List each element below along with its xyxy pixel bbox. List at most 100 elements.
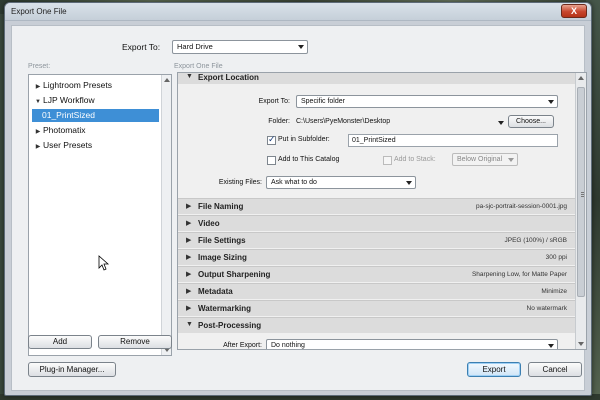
section-summary: Sharpening Low, for Matte Paper xyxy=(471,271,567,278)
expand-arrow-icon: ▶ xyxy=(35,84,41,90)
add-to-catalog-label: Add to This Catalog xyxy=(278,156,340,163)
add-to-stack-checkbox[interactable] xyxy=(383,156,392,165)
export-to-label: Export To: xyxy=(122,42,161,52)
existing-files-select[interactable]: Ask what to do xyxy=(266,176,416,189)
export-dialog: Export One File X Export To: Hard Drive … xyxy=(4,2,592,396)
expand-arrow-icon: ▶ xyxy=(35,144,41,150)
subfolder-input[interactable]: 01_PrintSized xyxy=(348,134,558,147)
expand-arrow-icon: ▶ xyxy=(186,305,192,312)
grip-line xyxy=(581,192,584,193)
section-summary: JPEG (100%) / sRGB xyxy=(504,237,568,244)
chevron-down-icon xyxy=(548,100,554,104)
section-title: Export Location xyxy=(198,73,259,82)
section-file-naming[interactable]: ▶ File Naming pa-sjc-portrait-session-00… xyxy=(178,198,575,214)
section-watermarking[interactable]: ▶ Watermarking No watermark xyxy=(178,300,575,316)
dialog-body: Export To: Hard Drive Preset: Export One… xyxy=(11,25,587,391)
after-export-value: Do nothing xyxy=(271,342,305,349)
folder-dropdown-icon[interactable] xyxy=(498,121,504,125)
preset-group-label: User Presets xyxy=(43,140,93,150)
export-settings-panel: ▼ Export Location Export To: Specific fo… xyxy=(177,72,587,350)
main-panel-label: Export One File xyxy=(174,63,223,70)
section-title: Video xyxy=(198,219,220,228)
section-video[interactable]: ▶ Video xyxy=(178,215,575,231)
mouse-cursor-icon xyxy=(98,255,110,271)
section-title: File Naming xyxy=(198,202,244,211)
section-title: Post-Processing xyxy=(198,321,262,330)
preset-group-label: Photomatix xyxy=(43,125,86,135)
preset-item-01-printsized[interactable]: 01_PrintSized xyxy=(32,109,159,122)
expand-arrow-icon: ▶ xyxy=(186,220,192,227)
preset-group-label: LJP Workflow xyxy=(43,95,95,105)
close-button[interactable]: X xyxy=(561,4,587,18)
section-file-settings[interactable]: ▶ File Settings JPEG (100%) / sRGB xyxy=(178,232,575,248)
preset-group-lightroom[interactable]: ▶ Lightroom Presets xyxy=(33,79,112,92)
section-summary: No watermark xyxy=(526,305,567,312)
stack-position-select[interactable]: Below Original xyxy=(452,153,518,166)
add-to-stack-label: Add to Stack: xyxy=(394,156,436,163)
scroll-up-icon[interactable] xyxy=(578,76,584,80)
add-to-catalog-checkbox[interactable] xyxy=(267,156,276,165)
expand-arrow-icon: ▶ xyxy=(186,203,192,210)
expand-arrow-icon: ▶ xyxy=(186,271,192,278)
collapse-arrow-icon: ▼ xyxy=(186,321,193,328)
grip-line xyxy=(581,194,584,195)
export-button[interactable]: Export xyxy=(467,362,521,377)
cancel-button[interactable]: Cancel xyxy=(528,362,582,377)
preset-group-label: Lightroom Presets xyxy=(43,80,112,90)
subfolder-label: Put in Subfolder: xyxy=(278,136,330,143)
subfolder-checkbox[interactable] xyxy=(267,134,276,145)
section-export-location[interactable]: ▼ Export Location xyxy=(178,73,575,84)
expand-arrow-icon: ▶ xyxy=(186,254,192,261)
section-title: Metadata xyxy=(198,287,233,296)
preset-group-ljp-workflow[interactable]: ▼ LJP Workflow xyxy=(33,94,95,107)
preset-item-label: 01_PrintSized xyxy=(42,110,95,120)
stack-position-value: Below Original xyxy=(457,156,503,163)
chevron-down-icon xyxy=(298,45,304,49)
collapse-arrow-icon: ▼ xyxy=(186,73,193,80)
remove-preset-button[interactable]: Remove xyxy=(98,335,172,349)
location-export-to-label: Export To: xyxy=(258,98,290,105)
location-export-to-value: Specific folder xyxy=(301,98,345,105)
title-bar: Export One File X xyxy=(5,3,591,21)
preset-group-photomatix[interactable]: ▶ Photomatix xyxy=(33,124,86,137)
chevron-down-icon xyxy=(548,344,554,348)
section-title: Image Sizing xyxy=(198,253,247,262)
preset-label: Preset: xyxy=(28,63,51,70)
chevron-down-icon xyxy=(508,158,514,162)
scroll-up-icon[interactable] xyxy=(164,78,170,82)
scrollbar-thumb[interactable] xyxy=(577,87,585,297)
folder-label: Folder: xyxy=(268,118,290,125)
folder-path: C:\Users\PyeMonster\Desktop xyxy=(296,118,391,125)
choose-folder-button[interactable]: Choose... xyxy=(508,115,554,128)
section-title: Output Sharpening xyxy=(198,270,271,279)
after-export-select[interactable]: Do nothing xyxy=(266,339,558,349)
expand-arrow-icon: ▶ xyxy=(186,237,192,244)
after-export-label: After Export: xyxy=(223,342,262,349)
section-image-sizing[interactable]: ▶ Image Sizing 300 ppi xyxy=(178,249,575,265)
window-title: Export One File xyxy=(11,7,67,16)
scroll-down-icon[interactable] xyxy=(578,342,584,346)
section-summary: pa-sjc-portrait-session-0001.jpg xyxy=(475,203,567,210)
section-title: File Settings xyxy=(198,236,246,245)
section-output-sharpening[interactable]: ▶ Output Sharpening Sharpening Low, for … xyxy=(178,266,575,282)
settings-scrollbar[interactable] xyxy=(575,73,586,349)
close-icon: X xyxy=(570,6,577,16)
existing-files-label: Existing Files: xyxy=(218,179,262,186)
section-metadata[interactable]: ▶ Metadata Minimize xyxy=(178,283,575,299)
preset-group-user[interactable]: ▶ User Presets xyxy=(33,139,92,152)
section-post-processing[interactable]: ▼ Post-Processing xyxy=(178,317,575,333)
expand-arrow-icon: ▶ xyxy=(35,129,41,135)
plugin-manager-button[interactable]: Plug-in Manager... xyxy=(28,362,116,377)
chevron-down-icon xyxy=(406,181,412,185)
section-summary: Minimize xyxy=(541,288,567,295)
section-title: Watermarking xyxy=(198,304,252,313)
existing-files-value: Ask what to do xyxy=(271,179,317,186)
preset-tree: ▶ Lightroom Presets ▼ LJP Workflow 01_Prin… xyxy=(28,74,172,356)
add-preset-button[interactable]: Add xyxy=(28,335,92,349)
location-export-to-select[interactable]: Specific folder xyxy=(296,95,558,108)
expand-arrow-icon: ▶ xyxy=(186,288,192,295)
preset-scrollbar[interactable] xyxy=(161,75,171,355)
export-to-select[interactable]: Hard Drive xyxy=(172,40,308,54)
export-to-value: Hard Drive xyxy=(177,42,213,51)
section-summary: 300 ppi xyxy=(545,254,567,261)
